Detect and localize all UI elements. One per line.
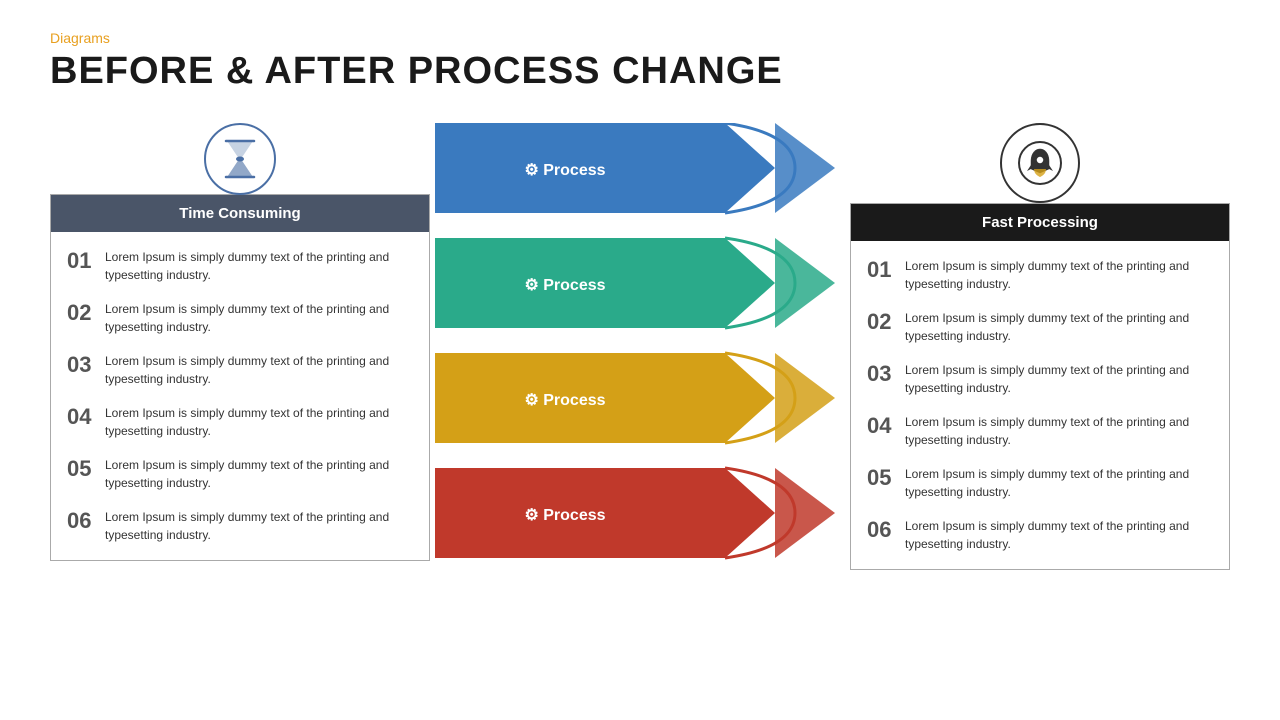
left-list-item: 06 Lorem Ipsum is simply dummy text of t… xyxy=(63,500,417,552)
item-number: 05 xyxy=(67,456,105,482)
main-title: BEFORE & AFTER PROCESS CHANGE xyxy=(50,50,1230,93)
hourglass-icon-wrap xyxy=(50,123,430,194)
svg-text:⚙ Process: ⚙ Process xyxy=(524,392,605,409)
right-list-item: 03 Lorem Ipsum is simply dummy text of t… xyxy=(863,353,1217,405)
item-number: 03 xyxy=(867,361,905,387)
left-box-header: Time Consuming xyxy=(51,195,429,232)
item-text: Lorem Ipsum is simply dummy text of the … xyxy=(905,517,1213,553)
right-list-item: 01 Lorem Ipsum is simply dummy text of t… xyxy=(863,249,1217,301)
rocket-icon-wrap xyxy=(850,123,1230,203)
right-list-item: 02 Lorem Ipsum is simply dummy text of t… xyxy=(863,301,1217,353)
item-text: Lorem Ipsum is simply dummy text of the … xyxy=(105,352,413,388)
category-label: Diagrams xyxy=(50,30,1230,46)
item-text: Lorem Ipsum is simply dummy text of the … xyxy=(905,309,1213,345)
left-list-item: 03 Lorem Ipsum is simply dummy text of t… xyxy=(63,344,417,396)
left-list-item: 04 Lorem Ipsum is simply dummy text of t… xyxy=(63,396,417,448)
svg-text:⚙ Process: ⚙ Process xyxy=(524,162,605,179)
item-number: 01 xyxy=(67,248,105,274)
right-box-body: 01 Lorem Ipsum is simply dummy text of t… xyxy=(851,241,1229,569)
right-panel: Fast Processing 01 Lorem Ipsum is simply… xyxy=(850,123,1230,570)
content-area: Time Consuming 01 Lorem Ipsum is simply … xyxy=(50,123,1230,613)
svg-text:⚙ Process: ⚙ Process xyxy=(524,277,605,294)
right-list-item: 05 Lorem Ipsum is simply dummy text of t… xyxy=(863,457,1217,509)
item-text: Lorem Ipsum is simply dummy text of the … xyxy=(105,456,413,492)
left-box-body: 01 Lorem Ipsum is simply dummy text of t… xyxy=(51,232,429,560)
process-arrows-svg: ⚙ Process ⚙ Process ⚙ Process ⚙ Process xyxy=(430,123,840,613)
item-text: Lorem Ipsum is simply dummy text of the … xyxy=(105,248,413,284)
item-number: 02 xyxy=(67,300,105,326)
rocket-icon xyxy=(1000,123,1080,203)
left-list-item: 01 Lorem Ipsum is simply dummy text of t… xyxy=(63,240,417,292)
item-number: 03 xyxy=(67,352,105,378)
item-number: 05 xyxy=(867,465,905,491)
item-text: Lorem Ipsum is simply dummy text of the … xyxy=(105,404,413,440)
left-list-item: 02 Lorem Ipsum is simply dummy text of t… xyxy=(63,292,417,344)
right-box-header: Fast Processing xyxy=(851,204,1229,241)
left-panel: Time Consuming 01 Lorem Ipsum is simply … xyxy=(50,123,430,561)
middle-section: ⚙ Process ⚙ Process ⚙ Process ⚙ Process xyxy=(430,123,840,613)
item-text: Lorem Ipsum is simply dummy text of the … xyxy=(905,361,1213,397)
right-list-item: 06 Lorem Ipsum is simply dummy text of t… xyxy=(863,509,1217,561)
hourglass-icon xyxy=(204,123,276,195)
left-list-item: 05 Lorem Ipsum is simply dummy text of t… xyxy=(63,448,417,500)
item-number: 04 xyxy=(867,413,905,439)
item-number: 04 xyxy=(67,404,105,430)
page-wrapper: Diagrams BEFORE & AFTER PROCESS CHANGE T… xyxy=(0,0,1280,720)
item-text: Lorem Ipsum is simply dummy text of the … xyxy=(105,508,413,544)
item-number: 06 xyxy=(67,508,105,534)
item-text: Lorem Ipsum is simply dummy text of the … xyxy=(905,465,1213,501)
item-number: 06 xyxy=(867,517,905,543)
item-text: Lorem Ipsum is simply dummy text of the … xyxy=(105,300,413,336)
left-box: Time Consuming 01 Lorem Ipsum is simply … xyxy=(50,194,430,561)
item-number: 01 xyxy=(867,257,905,283)
right-box: Fast Processing 01 Lorem Ipsum is simply… xyxy=(850,203,1230,570)
item-text: Lorem Ipsum is simply dummy text of the … xyxy=(905,257,1213,293)
svg-text:⚙ Process: ⚙ Process xyxy=(524,507,605,524)
item-number: 02 xyxy=(867,309,905,335)
right-list-item: 04 Lorem Ipsum is simply dummy text of t… xyxy=(863,405,1217,457)
item-text: Lorem Ipsum is simply dummy text of the … xyxy=(905,413,1213,449)
